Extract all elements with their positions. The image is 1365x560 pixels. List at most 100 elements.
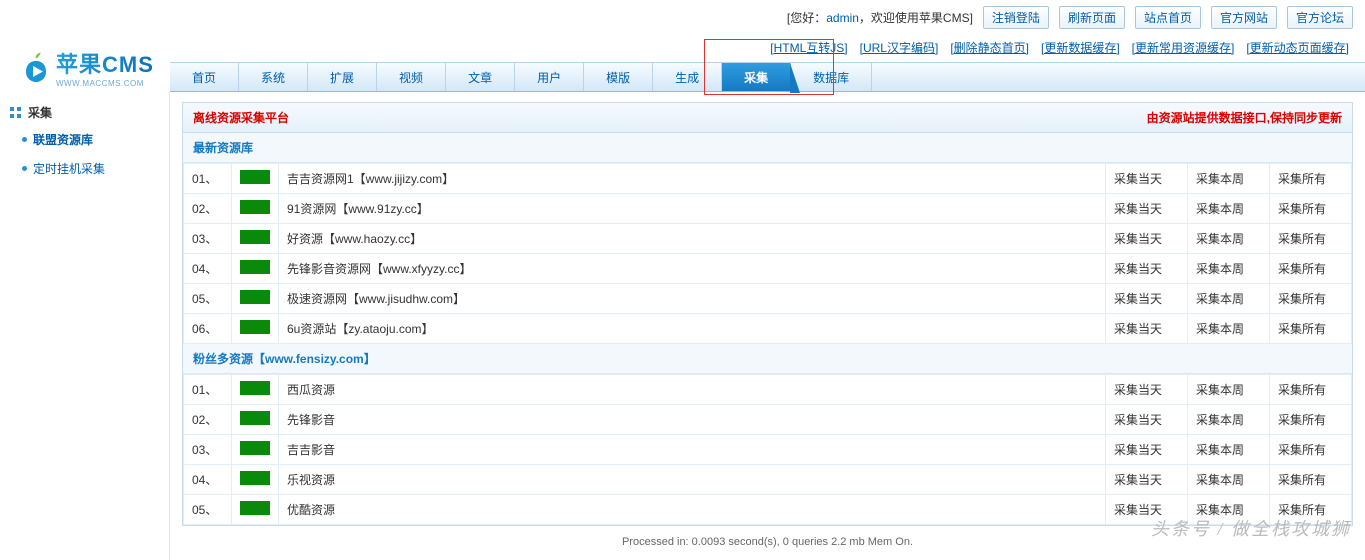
nav-模版[interactable]: 模版 <box>584 63 653 91</box>
collect-week-link[interactable]: 采集本周 <box>1196 202 1244 216</box>
collect-today-link[interactable]: 采集当天 <box>1114 292 1162 306</box>
url-encode-link[interactable]: [URL汉字编码] <box>860 39 939 56</box>
collect-all-link[interactable]: 采集所有 <box>1278 262 1326 276</box>
logo[interactable]: 苹果CMS WWW.MACCMS.COM <box>0 39 170 92</box>
nav-采集[interactable]: 采集 <box>722 63 791 91</box>
collect-today-link[interactable]: 采集当天 <box>1114 383 1162 397</box>
collect-week-link[interactable]: 采集本周 <box>1196 172 1244 186</box>
resource-name[interactable]: 好资源【www.haozy.cc】 <box>279 224 1106 254</box>
row-badge <box>232 224 279 254</box>
update-dynamic-cache-link[interactable]: [更新动态页面缓存] <box>1246 39 1349 56</box>
collect-all-link[interactable]: 采集所有 <box>1278 503 1326 517</box>
resource-name[interactable]: 极速资源网【www.jisudhw.com】 <box>279 284 1106 314</box>
table-latest: 01、吉吉资源网1【www.jijizy.com】采集当天采集本周采集所有02、… <box>183 163 1352 344</box>
collect-week-link[interactable]: 采集本周 <box>1196 503 1244 517</box>
refresh-button[interactable]: 刷新页面 <box>1059 6 1125 29</box>
update-resource-cache-link[interactable]: [更新常用资源缓存] <box>1132 39 1235 56</box>
bullet-icon <box>22 137 27 142</box>
collect-today-link[interactable]: 采集当天 <box>1114 473 1162 487</box>
collect-all-link[interactable]: 采集所有 <box>1278 413 1326 427</box>
collect-week-link[interactable]: 采集本周 <box>1196 413 1244 427</box>
collect-today-link[interactable]: 采集当天 <box>1114 503 1162 517</box>
row-number: 05、 <box>184 284 232 314</box>
resource-name[interactable]: 吉吉影音 <box>279 435 1106 465</box>
html-to-js-link[interactable]: [HTML互转JS] <box>770 39 847 56</box>
table-row: 05、 极速资源网【www.jisudhw.com】采集当天 采集本周 采集所有 <box>184 284 1352 314</box>
row-number: 04、 <box>184 465 232 495</box>
nav-扩展[interactable]: 扩展 <box>308 63 377 91</box>
collect-all-link[interactable]: 采集所有 <box>1278 443 1326 457</box>
collect-week-link[interactable]: 采集本周 <box>1196 443 1244 457</box>
welcome-suffix: ，欢迎使用苹果CMS] <box>859 11 973 25</box>
collect-today-link[interactable]: 采集当天 <box>1114 232 1162 246</box>
resource-name[interactable]: 西瓜资源 <box>279 375 1106 405</box>
collect-today-link[interactable]: 采集当天 <box>1114 262 1162 276</box>
collect-today-link[interactable]: 采集当天 <box>1114 202 1162 216</box>
collect-week-link[interactable]: 采集本周 <box>1196 262 1244 276</box>
table-row: 03、 好资源【www.haozy.cc】采集当天 采集本周 采集所有 <box>184 224 1352 254</box>
resource-name[interactable]: 先锋影音 <box>279 405 1106 435</box>
resource-name[interactable]: 91资源网【www.91zy.cc】 <box>279 194 1106 224</box>
collect-week-link[interactable]: 采集本周 <box>1196 232 1244 246</box>
collect-all-link[interactable]: 采集所有 <box>1278 232 1326 246</box>
collect-all-link[interactable]: 采集所有 <box>1278 473 1326 487</box>
nav-视频[interactable]: 视频 <box>377 63 446 91</box>
collect-all-link[interactable]: 采集所有 <box>1278 383 1326 397</box>
collect-today-link[interactable]: 采集当天 <box>1114 443 1162 457</box>
footer-text: Processed in: 0.0093 second(s), 0 querie… <box>182 526 1353 554</box>
collect-week-link[interactable]: 采集本周 <box>1196 473 1244 487</box>
sidebar-header: 采集 <box>0 100 169 125</box>
logout-button[interactable]: 注销登陆 <box>983 6 1049 29</box>
collect-all-link[interactable]: 采集所有 <box>1278 322 1326 336</box>
collect-today-link[interactable]: 采集当天 <box>1114 322 1162 336</box>
collect-all-link[interactable]: 采集所有 <box>1278 292 1326 306</box>
table-row: 01、 吉吉资源网1【www.jijizy.com】采集当天 采集本周 采集所有 <box>184 164 1352 194</box>
resource-name[interactable]: 吉吉资源网1【www.jijizy.com】 <box>279 164 1106 194</box>
collect-week-link[interactable]: 采集本周 <box>1196 292 1244 306</box>
row-badge <box>232 314 279 344</box>
delete-static-link[interactable]: [删除静态首页] <box>950 39 1029 56</box>
logo-text: 苹果CMS <box>56 47 154 79</box>
sidebar-title: 采集 <box>28 104 52 121</box>
collect-today-link[interactable]: 采集当天 <box>1114 172 1162 186</box>
collect-today-link[interactable]: 采集当天 <box>1114 413 1162 427</box>
header-row: 苹果CMS WWW.MACCMS.COM [HTML互转JS] [URL汉字编码… <box>0 35 1365 92</box>
main-area: 采集 联盟资源库定时挂机采集 离线资源采集平台 由资源站提供数据接口,保持同步更… <box>0 92 1365 560</box>
nav-文章[interactable]: 文章 <box>446 63 515 91</box>
nav-首页[interactable]: 首页 <box>170 63 239 91</box>
row-number: 06、 <box>184 314 232 344</box>
resource-name[interactable]: 先锋影音资源网【www.xfyyzy.cc】 <box>279 254 1106 284</box>
sidebar-item-定时挂机采集[interactable]: 定时挂机采集 <box>0 154 169 183</box>
collect-week-link[interactable]: 采集本周 <box>1196 383 1244 397</box>
nav-系统[interactable]: 系统 <box>239 63 308 91</box>
status-badge-icon <box>240 200 270 214</box>
section2-link[interactable]: 【www.fensizy.com】 <box>253 352 376 366</box>
row-number: 05、 <box>184 495 232 525</box>
row-badge <box>232 465 279 495</box>
admin-name: admin <box>826 11 859 25</box>
status-badge-icon <box>240 320 270 334</box>
collect-all-link[interactable]: 采集所有 <box>1278 202 1326 216</box>
row-badge <box>232 164 279 194</box>
sidebar-item-联盟资源库[interactable]: 联盟资源库 <box>0 125 169 154</box>
tool-links: [HTML互转JS] [URL汉字编码] [删除静态首页] [更新数据缓存] [… <box>170 35 1365 62</box>
row-badge <box>232 435 279 465</box>
table-row: 06、 6u资源站【zy.ataoju.com】采集当天 采集本周 采集所有 <box>184 314 1352 344</box>
official-forum-button[interactable]: 官方论坛 <box>1287 6 1353 29</box>
resource-name[interactable]: 优酷资源 <box>279 495 1106 525</box>
collect-all-link[interactable]: 采集所有 <box>1278 172 1326 186</box>
status-badge-icon <box>240 290 270 304</box>
nav-生成[interactable]: 生成 <box>653 63 722 91</box>
resource-name[interactable]: 乐视资源 <box>279 465 1106 495</box>
nav-用户[interactable]: 用户 <box>515 63 584 91</box>
update-data-cache-link[interactable]: [更新数据缓存] <box>1041 39 1120 56</box>
row-number: 01、 <box>184 164 232 194</box>
official-site-button[interactable]: 官方网站 <box>1211 6 1277 29</box>
resource-name[interactable]: 6u资源站【zy.ataoju.com】 <box>279 314 1106 344</box>
row-number: 03、 <box>184 224 232 254</box>
collect-week-link[interactable]: 采集本周 <box>1196 322 1244 336</box>
nav-数据库[interactable]: 数据库 <box>791 63 872 91</box>
table-row: 03、吉吉影音采集当天采集本周采集所有 <box>184 435 1352 465</box>
site-home-button[interactable]: 站点首页 <box>1135 6 1201 29</box>
section1-title: 最新资源库 <box>193 141 253 155</box>
